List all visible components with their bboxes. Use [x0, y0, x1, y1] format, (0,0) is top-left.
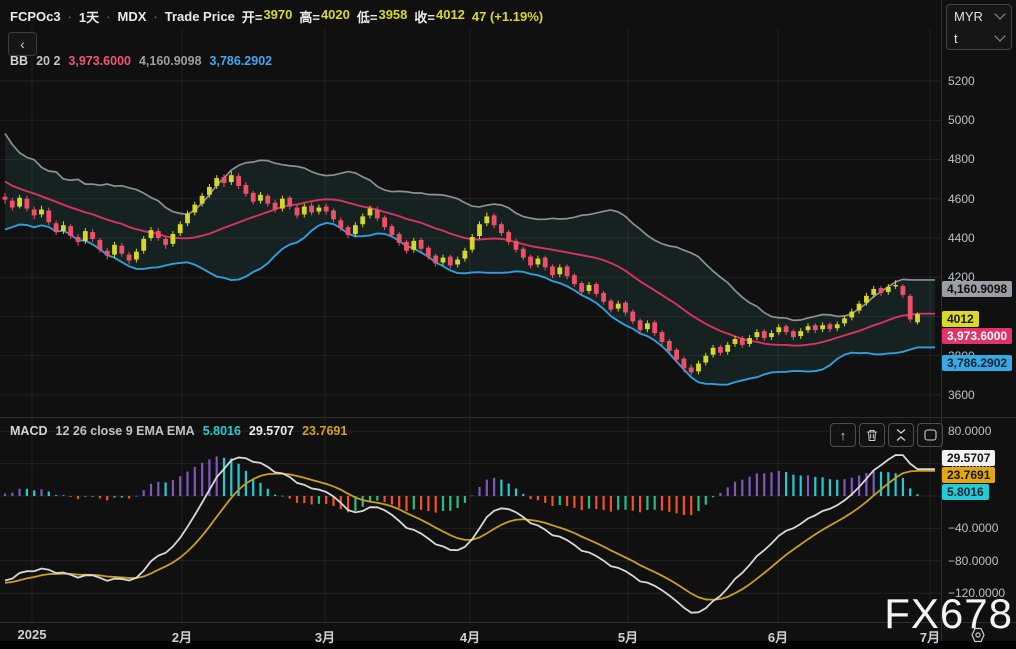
time-label-2月: 2月	[171, 630, 193, 645]
macd-tick-label: 80.0000	[948, 424, 992, 439]
ohlc-close: 收= 4012	[414, 7, 465, 25]
ohlc-high: 高= 4020	[299, 7, 350, 25]
macd-badge-macd-line: 29.5707	[942, 450, 996, 466]
time-label-3月: 3月	[314, 630, 336, 645]
macd-histogram	[3, 456, 919, 516]
time-axis-border	[0, 622, 1016, 623]
unit-select[interactable]: t	[947, 27, 1011, 49]
price-tick-label: 4800	[948, 152, 975, 167]
separator-dot: ·	[106, 9, 111, 24]
move-pane-up-button[interactable]: ↑	[830, 423, 856, 447]
price-badge-bb-upper: 4,160.9098	[942, 281, 1013, 297]
price-type-label: Trade Price	[164, 9, 235, 24]
macd-badge-signal-line: 23.7691	[942, 467, 996, 483]
chevron-left-icon: ‹	[20, 36, 25, 52]
bb-upper-value: 4,160.9098	[138, 54, 202, 68]
currency-value: MYR	[954, 8, 983, 24]
macd-tick-label: −80.0000	[948, 553, 999, 568]
symbol-name[interactable]: FCPOc3	[10, 9, 61, 24]
interval-label[interactable]: 1天	[79, 7, 99, 26]
collapse-pane-button[interactable]	[888, 423, 914, 447]
trash-icon	[867, 429, 877, 441]
pane-toolbar: ↑	[830, 423, 943, 447]
fx678-watermark: FX678	[884, 590, 1013, 637]
macd-hist-value: 5.8016	[202, 424, 241, 438]
bottom-strip	[0, 641, 1016, 649]
bb-basis-value: 3,973.6000	[68, 54, 131, 68]
price-tick-label: 5200	[948, 74, 975, 88]
price-badge-bb-lower: 3,786.2902	[942, 355, 1013, 371]
maximize-pane-icon	[923, 429, 937, 441]
bb-params: 20 2	[36, 54, 61, 68]
separator-dot: ·	[153, 9, 158, 24]
ohlc-open: 开= 3970	[241, 7, 293, 25]
price-badge-bb-basis: 3,973.6000	[942, 328, 1013, 344]
trading-chart-app: FCPOc3 · 1天 · MDX · Trade Price 开= 3970 高…	[0, 0, 1016, 649]
chevron-down-icon	[994, 8, 1006, 20]
price-tick-label: 4400	[948, 230, 975, 245]
pane-separator[interactable]	[0, 417, 1016, 418]
chart-canvas[interactable]	[0, 0, 941, 641]
time-label-6月: 6月	[767, 630, 789, 645]
unit-selector-box: MYR t	[946, 4, 1012, 50]
maximize-pane-button[interactable]	[917, 423, 943, 447]
price-badge-last-price: 4012	[942, 311, 979, 327]
ohlc-low: 低= 3958	[356, 7, 408, 25]
bb-title: BB	[10, 54, 29, 68]
currency-select[interactable]: MYR	[947, 5, 1011, 27]
macd-signal-value: 23.7691	[302, 424, 348, 438]
arrow-up-icon: ↑	[839, 427, 847, 443]
bb-legend[interactable]: BB 20 2 3,973.6000 4,160.9098 3,786.2902	[10, 54, 272, 68]
symbol-header: FCPOc3 · 1天 · MDX · Trade Price 开= 3970 高…	[10, 7, 543, 26]
macd-title: MACD	[10, 424, 48, 438]
delete-pane-button[interactable]	[859, 423, 885, 447]
price-tick-label: 3600	[948, 387, 975, 402]
time-label-5月: 5月	[617, 630, 639, 645]
macd-line-value: 29.5707	[248, 424, 295, 438]
bb-lower-value: 3,786.2902	[209, 54, 273, 68]
macd-legend[interactable]: MACD 12 26 close 9 EMA EMA 5.8016 29.570…	[10, 424, 347, 438]
separator-dot: ·	[67, 9, 72, 24]
price-change: 47 (+1.19%)	[471, 9, 544, 24]
price-tick-label: 4600	[948, 191, 975, 206]
chevron-down-icon	[994, 30, 1006, 42]
time-label-2025: 2025	[17, 627, 47, 642]
price-tick-label: 5000	[948, 113, 975, 128]
macd-badge-histogram: 5.8016	[942, 484, 989, 500]
macd-tick-label: −40.0000	[948, 521, 999, 536]
time-label-4月: 4月	[459, 630, 481, 645]
unit-value: t	[954, 30, 958, 46]
macd-params: 12 26 close 9 EMA EMA	[55, 424, 195, 438]
back-button[interactable]: ‹	[8, 32, 37, 56]
exchange-label: MDX	[117, 9, 147, 24]
collapse-pane-icon	[896, 429, 906, 441]
